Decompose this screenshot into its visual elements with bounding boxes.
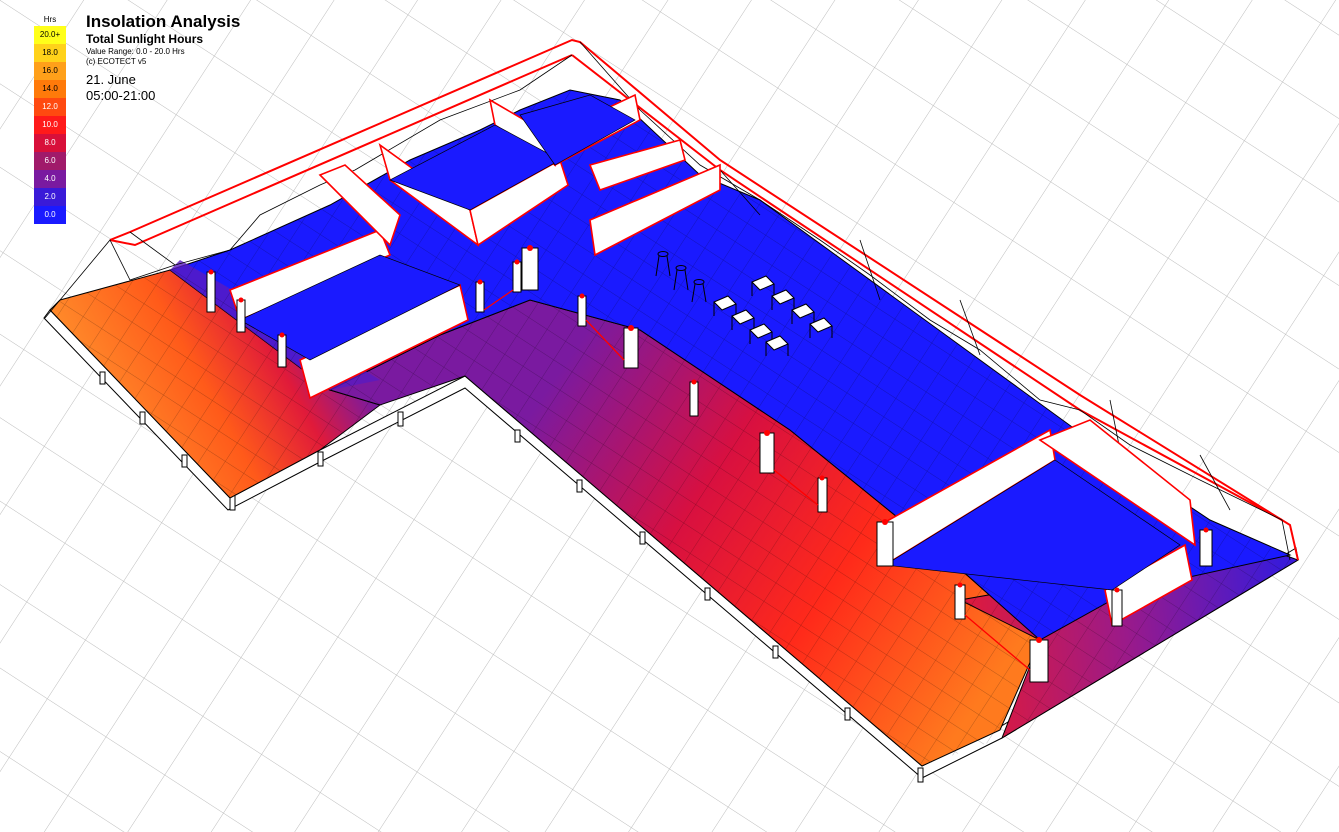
analysis-subtitle: Total Sunlight Hours (86, 32, 204, 46)
legend-unit: Hrs (43, 15, 57, 24)
legend-swatch: 16.0 (34, 62, 66, 80)
analysis-date: 21. June (86, 72, 136, 87)
analysis-header: Insolation Analysis Total Sunlight Hours… (86, 11, 240, 104)
legend-swatch: 8.0 (34, 134, 66, 152)
legend-scale: 20.0+ 18.0 16.0 14.0 12.0 10.0 8.0 6.0 4.0 2.0 0.0 (34, 26, 66, 224)
legend-swatch: 18.0 (34, 44, 66, 62)
insolation-3d-view (0, 0, 1339, 832)
legend-swatch: 4.0 (34, 170, 66, 188)
legend-swatch: 10.0 (34, 116, 66, 134)
copyright: (c) ECOTECT v5 (86, 57, 147, 66)
legend-swatch: 20.0+ (34, 26, 66, 44)
value-range: Value Range: 0.0 - 20.0 Hrs (86, 47, 185, 56)
legend-swatch: 6.0 (34, 152, 66, 170)
legend-swatch: 2.0 (34, 188, 66, 206)
analysis-title: Insolation Analysis (86, 12, 241, 31)
analysis-time: 05:00-21:00 (86, 88, 156, 103)
legend-swatch: 12.0 (34, 98, 66, 116)
legend-swatch: 14.0 (34, 80, 66, 98)
color-legend: Hrs 20.0+ 18.0 16.0 14.0 12.0 10.0 8.0 6.0 4.0 2.… (34, 14, 66, 224)
legend-swatch: 0.0 (34, 206, 66, 224)
